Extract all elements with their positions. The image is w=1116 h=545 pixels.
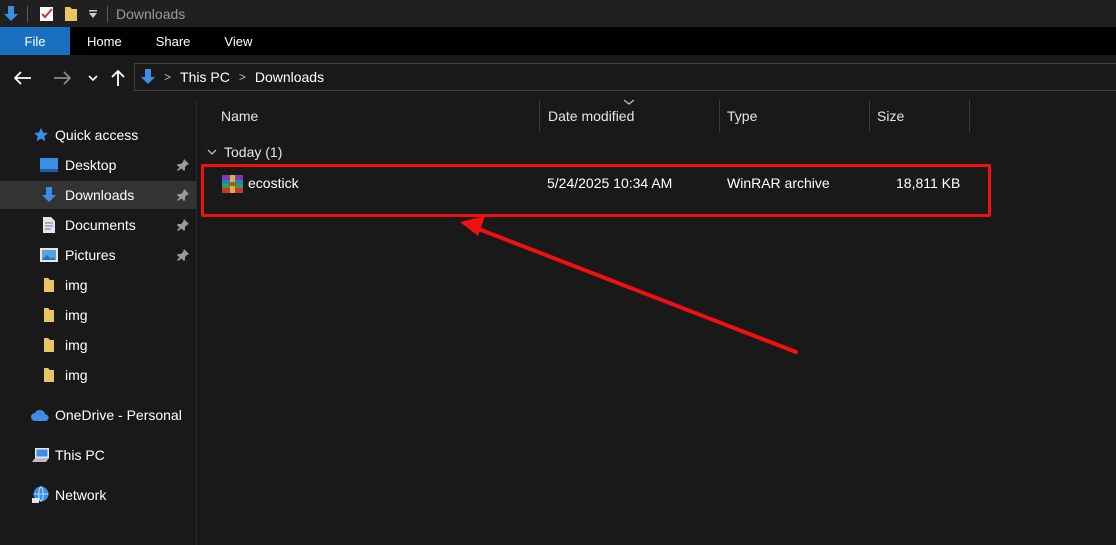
up-button[interactable] <box>107 67 129 89</box>
breadcrumb-downloads[interactable]: Downloads <box>255 69 324 85</box>
tab-file[interactable]: File <box>0 27 70 55</box>
breadcrumb-chevron[interactable]: > <box>239 70 246 84</box>
sidebar-item-label: Desktop <box>65 157 117 173</box>
new-folder-icon[interactable] <box>63 6 79 22</box>
forward-button[interactable] <box>51 67 73 89</box>
column-header-date-modified[interactable]: Date modified <box>540 100 719 132</box>
ribbon-tabs: File Home Share View <box>0 27 1116 55</box>
column-date-label: Date modified <box>548 108 635 124</box>
folder-icon <box>40 306 58 324</box>
column-header-name[interactable]: Name <box>198 100 539 132</box>
back-button[interactable] <box>12 67 34 89</box>
document-icon <box>40 216 58 234</box>
computer-icon <box>31 446 51 464</box>
tab-view[interactable]: View <box>207 27 269 55</box>
sidebar-item-label: img <box>65 337 88 353</box>
sidebar-item-documents[interactable]: Documents <box>0 211 196 239</box>
sidebar-item-label: This PC <box>55 447 105 463</box>
sidebar-item-desktop[interactable]: Desktop <box>0 151 196 179</box>
breadcrumb-chevron[interactable]: > <box>164 70 171 84</box>
annotation-highlight-box <box>201 164 991 217</box>
sidebar-item-quick-access[interactable]: Quick access <box>0 121 196 149</box>
column-type-label: Type <box>727 108 758 124</box>
downloads-arrow-icon <box>40 186 58 204</box>
sidebar-item-label: img <box>65 367 88 383</box>
column-header-size[interactable]: Size <box>870 100 969 132</box>
cloud-icon <box>30 406 50 424</box>
sidebar-item-label: Quick access <box>55 127 139 143</box>
arrow-left-icon <box>14 71 31 85</box>
group-header-today[interactable]: Today (1) <box>206 144 282 160</box>
sidebar-item-label: OneDrive - Personal <box>55 407 182 423</box>
sidebar-item-this-pc[interactable]: This PC <box>0 441 196 469</box>
sidebar-item-label: img <box>65 277 88 293</box>
navigation-bar: > This PC > Downloads <box>0 55 1116 100</box>
arrow-right-icon <box>54 71 71 85</box>
network-icon <box>31 486 51 504</box>
tab-home[interactable]: Home <box>70 27 139 55</box>
sidebar-item-label: Network <box>55 487 107 503</box>
sidebar-item-pictures[interactable]: Pictures <box>0 241 196 269</box>
sidebar-item-img[interactable]: img <box>0 271 196 299</box>
customize-quick-access-icon[interactable] <box>85 6 101 22</box>
sidebar-item-img[interactable]: img <box>0 361 196 389</box>
properties-icon[interactable] <box>39 6 55 22</box>
sidebar-item-label: img <box>65 307 88 323</box>
folder-icon <box>40 336 58 354</box>
sidebar-item-network[interactable]: Network <box>0 481 196 509</box>
star-icon <box>32 126 50 144</box>
title-separator <box>107 5 108 22</box>
title-separator <box>27 5 28 22</box>
tab-share[interactable]: Share <box>139 27 208 55</box>
desktop-icon <box>40 156 58 174</box>
column-name-label: Name <box>221 108 259 124</box>
sidebar-item-label: Downloads <box>65 187 135 203</box>
window-title: Downloads <box>116 5 186 22</box>
sidebar-item-onedrive[interactable]: OneDrive - Personal <box>0 401 196 429</box>
sidebar-item-label: Documents <box>65 217 136 233</box>
downloads-arrow-icon[interactable] <box>3 5 19 22</box>
pin-icon[interactable] <box>176 188 190 202</box>
column-size-label: Size <box>877 108 905 124</box>
pin-icon[interactable] <box>176 248 190 262</box>
navigation-pane: Quick access Desktop Downloads Documents… <box>0 100 197 545</box>
downloads-arrow-icon <box>141 69 155 85</box>
chevron-down-icon <box>207 149 217 155</box>
sidebar-item-label: Pictures <box>65 247 116 263</box>
address-bar[interactable]: > This PC > Downloads <box>134 63 1116 91</box>
sidebar-item-img[interactable]: img <box>0 301 196 329</box>
folder-icon <box>40 276 58 294</box>
pictures-icon <box>40 246 58 264</box>
arrow-up-icon <box>111 69 125 86</box>
folder-icon <box>40 366 58 384</box>
sidebar-item-img[interactable]: img <box>0 331 196 359</box>
title-bar: Downloads <box>0 0 1116 27</box>
pin-icon[interactable] <box>176 158 190 172</box>
pin-icon[interactable] <box>176 218 190 232</box>
chevron-down-icon <box>88 75 98 82</box>
group-label: Today (1) <box>224 144 283 160</box>
column-header-type[interactable]: Type <box>720 100 869 132</box>
breadcrumb-this-pc[interactable]: This PC <box>180 69 230 85</box>
sidebar-item-downloads[interactable]: Downloads <box>0 181 196 209</box>
column-divider[interactable] <box>969 100 970 132</box>
recent-locations-button[interactable] <box>82 67 104 89</box>
